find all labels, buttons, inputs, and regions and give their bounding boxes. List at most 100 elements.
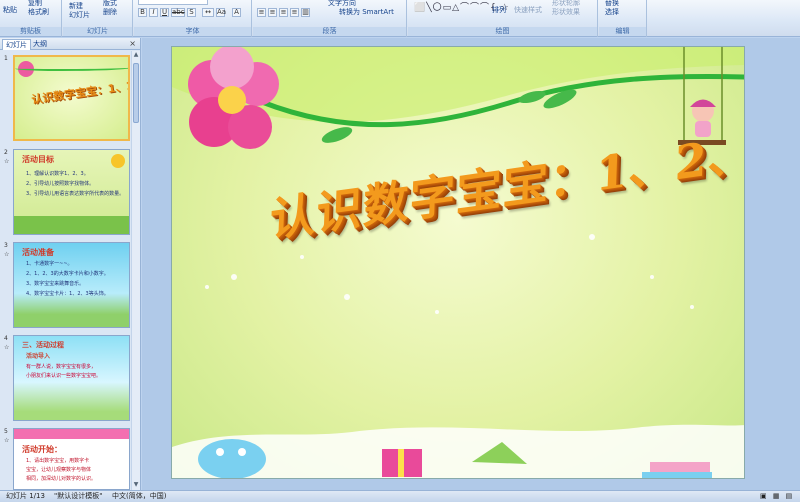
- underline-button[interactable]: U: [160, 8, 169, 17]
- thumb-line: 4、数字宝宝卡片：1、2、3等头饰。: [26, 291, 109, 297]
- animation-icon: ☆: [4, 344, 10, 351]
- shape-outline-button[interactable]: 形状轮廓: [552, 0, 580, 8]
- paragraph-label: 段落: [253, 27, 406, 36]
- shadow-button[interactable]: S: [187, 8, 196, 17]
- slide-thumbnail-3[interactable]: 活动准备 1、卡通数字一~~。 2、1、2、3的大数字卡片和小数字。 3、数字宝…: [13, 242, 130, 328]
- slide-thumbnail-5[interactable]: 活动开始： 1、请出数字宝宝，用数字卡 宝宝，让幼儿观察数字与物体 相同，加深幼…: [13, 428, 130, 490]
- font-color-icon[interactable]: A: [232, 8, 241, 17]
- slide-thumbnail-4[interactable]: 三、活动过程 活动导入 有一群人说，数字宝宝有很多， 小朋友们来认识一些数字宝宝…: [13, 335, 130, 421]
- thumb-line: 1、请出数字宝宝，用数字卡: [26, 458, 90, 464]
- scroll-down-icon[interactable]: ▼: [132, 481, 140, 490]
- thumb-line: 活动导入: [26, 353, 51, 360]
- thumb-line: 小朋友们来认识一些数字宝宝吧。: [26, 373, 102, 379]
- thumbnail-item[interactable]: 1 认识数字宝宝：1、2、3: [2, 55, 132, 143]
- thumb-title: 活动开始：: [22, 445, 62, 454]
- change-case-icon[interactable]: Aa: [216, 8, 226, 17]
- drawing-label: 绘图: [408, 27, 597, 36]
- clipboard-group: 粘贴 复制 格式刷 剪贴板: [0, 0, 62, 37]
- slide-number: 2: [4, 149, 8, 156]
- font-name-combo[interactable]: [138, 0, 208, 5]
- leaf-icon: [321, 127, 353, 143]
- delete-button[interactable]: 删除: [103, 8, 117, 17]
- thumb-line: 1、理解认识数字1、2、3。: [26, 171, 89, 177]
- thumb-title: 认识数字宝宝：1、2、3: [30, 76, 130, 107]
- align-center-icon[interactable]: ≡: [268, 8, 277, 17]
- language-indicator[interactable]: 中文(简体，中国): [112, 491, 166, 502]
- thumb-line: 3、数字宝宝来跳舞音乐。: [26, 281, 85, 287]
- char-spacing-icon[interactable]: ↔: [202, 8, 214, 17]
- slide-thumbnail-2[interactable]: 活动目标 1、理解认识数字1、2、3。 2、引导幼儿按照数字找物体。 3、引导幼…: [13, 149, 130, 235]
- vine-decoration: [15, 65, 128, 71]
- slide-canvas[interactable]: 认识数字宝宝：1、2、3: [171, 46, 745, 479]
- thumbnail-item[interactable]: 4 ☆ 三、活动过程 活动导入 有一群人说，数字宝宝有很多， 小朋友们来认识一些…: [2, 335, 132, 423]
- slide-number: 4: [4, 335, 8, 342]
- italic-button[interactable]: I: [149, 8, 158, 17]
- thumbnail-item[interactable]: 5 ☆ 活动开始： 1、请出数字宝宝，用数字卡 宝宝，让幼儿观察数字与物体 相同…: [2, 428, 132, 490]
- font-label: 字体: [134, 27, 251, 36]
- align-left-icon[interactable]: ≡: [257, 8, 266, 17]
- slide-thumbnail-1[interactable]: 认识数字宝宝：1、2、3: [13, 55, 130, 141]
- slides-panel: 幻灯片 大纲 × 1 认识数字宝宝：1、2、3 2 ☆ 活动目标 1、理解认识数…: [0, 38, 141, 490]
- animation-icon: ☆: [4, 158, 10, 165]
- bold-button[interactable]: B: [138, 8, 147, 17]
- thumb-line: 3、引导幼儿用语言表达数字所代表的数量。: [26, 191, 125, 197]
- slide-number: 1: [4, 55, 8, 62]
- books-icon: [642, 462, 712, 478]
- quick-styles-button[interactable]: 快速样式: [514, 6, 542, 15]
- paragraph-group: ≡ ≡ ≡ ≡ ▥ 文字方向 转换为 SmartArt 段落: [253, 0, 407, 37]
- sun-decoration: [111, 154, 125, 168]
- theme-name: "默认设计模板": [54, 492, 103, 500]
- gift-icon: [382, 449, 422, 477]
- thumb-line: 2、1、2、3的大数字卡片和小数字。: [26, 271, 109, 277]
- status-bar: 幻灯片 1/13 "默认设计模板" 中文(简体，中国) ▣ ▦ ▤: [0, 490, 800, 502]
- paste-button[interactable]: 粘贴: [3, 6, 17, 15]
- slide-counter: 幻灯片 1/13: [6, 492, 45, 500]
- close-icon[interactable]: ×: [129, 39, 136, 48]
- columns-icon[interactable]: ▥: [301, 8, 310, 17]
- thumbnail-item[interactable]: 3 ☆ 活动准备 1、卡通数字一~~。 2、1、2、3的大数字卡片和小数字。 3…: [2, 242, 132, 330]
- panel-tabs: 幻灯片 大纲 ×: [0, 38, 140, 50]
- clipboard-label: 剪贴板: [0, 27, 61, 36]
- thumb-title: 三、活动过程: [22, 341, 64, 349]
- thumbnail-item[interactable]: 2 ☆ 活动目标 1、理解认识数字1、2、3。 2、引导幼儿按照数字找物体。 3…: [2, 149, 132, 237]
- tab-slides[interactable]: 幻灯片: [2, 39, 31, 50]
- copy-button[interactable]: 复制: [28, 0, 42, 8]
- slides-label: 幻灯片: [63, 27, 132, 36]
- slides-group: 新建 幻灯片 版式 删除 幻灯片: [63, 0, 133, 37]
- smartart-button[interactable]: 转换为 SmartArt: [339, 8, 394, 17]
- font-group: B I U abc S ↔ Aa A 字体: [134, 0, 252, 37]
- justify-icon[interactable]: ≡: [290, 8, 299, 17]
- editing-label: 编辑: [599, 27, 646, 36]
- new-slide-button[interactable]: 新建 幻灯片: [69, 2, 90, 20]
- view-buttons[interactable]: ▣ ▦ ▤: [760, 491, 796, 502]
- banner-decoration: [14, 429, 129, 439]
- thumb-title: 活动准备: [22, 248, 54, 257]
- select-button[interactable]: 选择: [605, 8, 619, 17]
- drawing-group: ⬜╲〇▭△⌒⌒⌒{ ☆ 排列 快速样式 形状轮廓 形状效果 绘图: [408, 0, 598, 37]
- replace-button[interactable]: 替换: [605, 0, 619, 8]
- slide-workspace: 认识数字宝宝：1、2、3: [142, 38, 800, 490]
- grass-decoration: [14, 216, 129, 234]
- tab-outline[interactable]: 大纲: [30, 39, 50, 50]
- slide-number: 3: [4, 242, 8, 249]
- thumb-title: 活动目标: [22, 155, 54, 164]
- slide-decorations: [172, 47, 744, 478]
- shape-effects-button[interactable]: 形状效果: [552, 8, 580, 17]
- panel-scrollbar[interactable]: ▲ ▼: [131, 51, 140, 490]
- slide-number: 5: [4, 428, 8, 435]
- format-painter-button[interactable]: 格式刷: [28, 8, 49, 17]
- strike-button[interactable]: abc: [171, 8, 185, 17]
- text-direction-button[interactable]: 文字方向: [328, 0, 356, 8]
- thumb-line: 1、卡通数字一~~。: [26, 261, 73, 267]
- editing-group: 替换 选择 编辑: [599, 0, 647, 37]
- ribbon: 粘贴 复制 格式刷 剪贴板 新建 幻灯片 版式 删除 幻灯片 B I U abc…: [0, 0, 800, 37]
- scroll-up-icon[interactable]: ▲: [132, 51, 140, 60]
- thumb-line: 有一群人说，数字宝宝有很多，: [26, 364, 97, 370]
- align-right-icon[interactable]: ≡: [279, 8, 288, 17]
- layout-button[interactable]: 版式: [103, 0, 117, 8]
- animation-icon: ☆: [4, 437, 10, 444]
- thumb-line: 宝宝，让幼儿观察数字与物体: [26, 467, 92, 473]
- arrange-button[interactable]: 排列: [492, 6, 506, 15]
- thumb-line: 2、引导幼儿按照数字找物体。: [26, 181, 95, 187]
- scroll-thumb[interactable]: [133, 63, 139, 123]
